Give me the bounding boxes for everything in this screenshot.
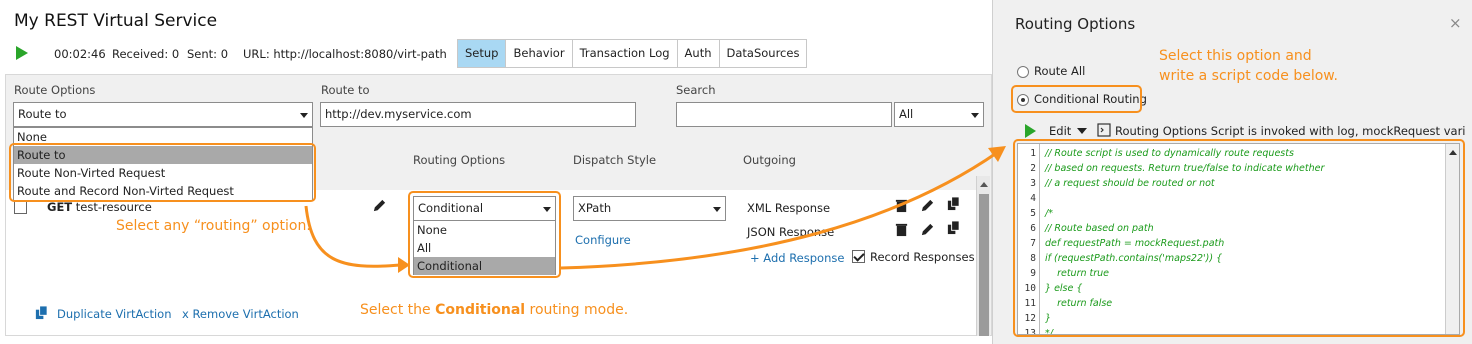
conditional-highlight bbox=[1011, 85, 1142, 113]
virtaction-path: test-resource bbox=[75, 200, 152, 214]
column-outgoing: Outgoing bbox=[743, 153, 796, 167]
search-scope-value: All bbox=[899, 107, 914, 121]
callout-select-conditional: Select the Conditional routing mode. bbox=[360, 302, 629, 318]
route-options-select[interactable]: Route to bbox=[13, 102, 313, 127]
column-dispatch-style: Dispatch Style bbox=[573, 153, 657, 167]
callout-select-option-line1: Select this option and bbox=[1159, 48, 1312, 64]
duplicate-virtaction-link[interactable]: Duplicate VirtAction bbox=[57, 307, 172, 321]
service-tabs: Setup Behavior Transaction Log Auth Data… bbox=[457, 39, 808, 68]
routing-panel-title: Routing Options bbox=[1015, 15, 1136, 33]
routing-highlight bbox=[408, 191, 561, 278]
tab-auth[interactable]: Auth bbox=[677, 40, 720, 67]
row-scrollbar[interactable] bbox=[976, 176, 990, 336]
sent-count: Sent: 0 bbox=[187, 47, 229, 61]
response-item[interactable]: JSON Response bbox=[747, 225, 834, 239]
virtaction-method: GET bbox=[47, 200, 73, 214]
record-responses-checkbox[interactable] bbox=[852, 250, 865, 263]
dropdown-arrow-icon bbox=[713, 207, 721, 212]
column-routing-options: Routing Options bbox=[413, 153, 506, 167]
virtaction-resource: GET test-resource bbox=[47, 200, 152, 214]
trash-icon[interactable] bbox=[894, 222, 909, 237]
route-all-label: Route All bbox=[1034, 64, 1086, 78]
route-all-radio[interactable] bbox=[1017, 66, 1029, 78]
dropdown-arrow-icon bbox=[971, 113, 979, 118]
duplicate-icon bbox=[35, 305, 48, 320]
received-count: Received: 0 bbox=[112, 47, 180, 61]
pencil-icon[interactable] bbox=[920, 198, 935, 213]
record-responses-label: Record Responses bbox=[870, 250, 975, 264]
response-item[interactable]: XML Response bbox=[747, 201, 830, 215]
dispatch-style-select[interactable]: XPath bbox=[573, 196, 726, 221]
route-options-highlight bbox=[9, 143, 316, 202]
virtaction-checkbox[interactable] bbox=[14, 201, 27, 214]
close-icon[interactable]: × bbox=[1449, 14, 1462, 32]
route-options-label: Route Options bbox=[14, 83, 96, 97]
editor-highlight bbox=[1013, 139, 1465, 337]
copy-icon[interactable] bbox=[946, 196, 961, 211]
virtual-service-editor: My REST Virtual Service 00:02:46 Receive… bbox=[0, 0, 992, 344]
tab-datasources[interactable]: DataSources bbox=[719, 40, 807, 67]
callout-select-routing: Select any “routing” option. bbox=[116, 218, 311, 234]
copy-icon[interactable] bbox=[946, 220, 961, 235]
route-to-input[interactable]: http://dev.myservice.com bbox=[320, 102, 636, 127]
configure-link[interactable]: Configure bbox=[575, 233, 631, 247]
callout-select-option-line2: write a script code below. bbox=[1159, 68, 1338, 84]
dropdown-arrow-icon bbox=[300, 113, 308, 118]
add-response-link[interactable]: + Add Response bbox=[750, 251, 844, 265]
routing-options-panel: Routing Options × Route All Conditional … bbox=[992, 0, 1472, 344]
tab-behavior[interactable]: Behavior bbox=[506, 40, 573, 67]
tab-transaction-log[interactable]: Transaction Log bbox=[572, 40, 678, 67]
service-title: My REST Virtual Service bbox=[14, 11, 218, 31]
pencil-icon[interactable] bbox=[372, 198, 387, 213]
run-script-icon[interactable] bbox=[1025, 124, 1036, 138]
dispatch-style-value: XPath bbox=[578, 201, 612, 215]
service-url: URL: http://localhost:8080/virt-path bbox=[243, 47, 447, 61]
script-icon bbox=[1097, 123, 1111, 137]
search-input[interactable] bbox=[676, 102, 892, 127]
elapsed-time: 00:02:46 bbox=[54, 47, 106, 61]
search-label: Search bbox=[676, 83, 716, 97]
script-info: Routing Options Script is invoked with l… bbox=[1115, 124, 1465, 138]
edit-menu[interactable]: Edit bbox=[1049, 124, 1071, 138]
play-icon[interactable] bbox=[16, 46, 28, 60]
route-to-label: Route to bbox=[321, 83, 370, 97]
route-options-value: Route to bbox=[18, 107, 67, 121]
tab-setup[interactable]: Setup bbox=[458, 40, 507, 67]
edit-dropdown-icon[interactable] bbox=[1077, 128, 1087, 134]
remove-virtaction-link[interactable]: x Remove VirtAction bbox=[182, 307, 299, 321]
pencil-icon[interactable] bbox=[920, 222, 935, 237]
search-scope-select[interactable]: All bbox=[894, 102, 984, 127]
trash-icon[interactable] bbox=[894, 198, 909, 213]
